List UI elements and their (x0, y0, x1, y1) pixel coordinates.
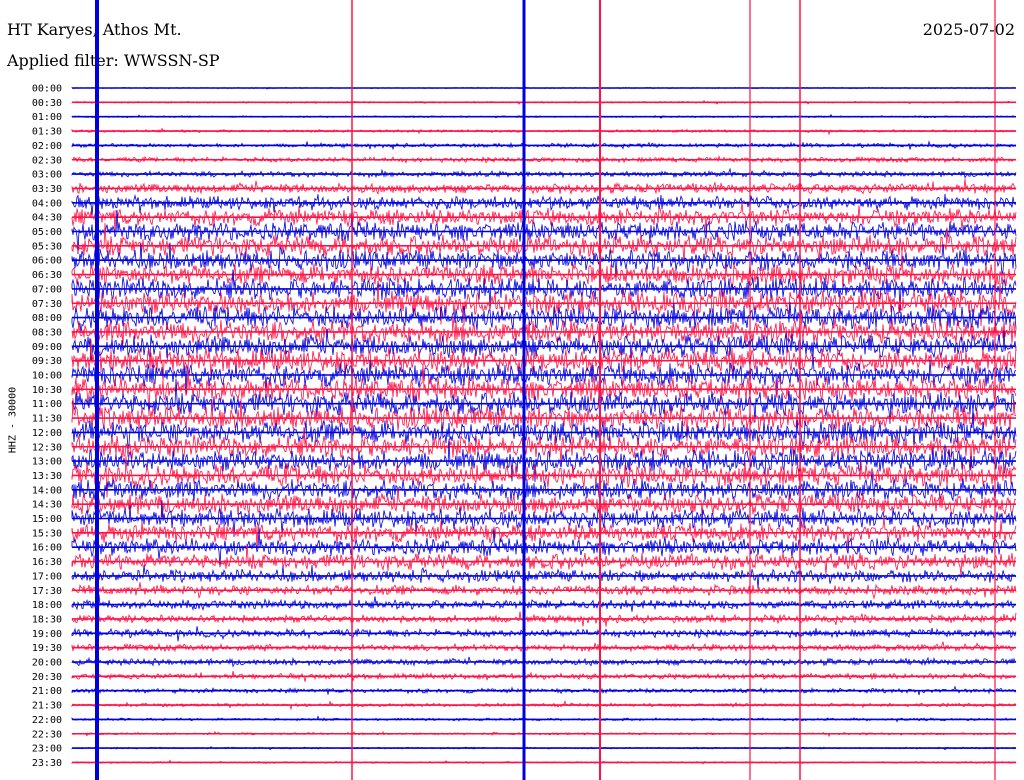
row-time-label: 17:30 (32, 586, 62, 597)
row-time-label: 10:30 (32, 385, 62, 396)
row-time-label: 20:30 (32, 672, 62, 683)
seismic-trace (71, 193, 1017, 216)
row-time-label: 02:30 (32, 155, 62, 166)
row-time-label: 22:00 (32, 715, 62, 726)
row-time-label: 08:30 (32, 327, 62, 338)
row-time-label: 14:30 (32, 500, 62, 511)
row-time-label: 18:00 (32, 600, 62, 611)
seismic-trace (71, 178, 1017, 196)
row-time-label: 12:30 (32, 442, 62, 453)
row-time-label: 19:30 (32, 643, 62, 654)
row-time-label: 13:00 (32, 457, 62, 468)
row-time-label: 07:30 (32, 299, 62, 310)
row-time-label: 11:30 (32, 414, 62, 425)
row-time-label: 06:30 (32, 270, 62, 281)
seismic-trace (71, 223, 1017, 264)
row-time-label: 23:00 (32, 744, 62, 755)
row-time-label: 01:00 (32, 112, 62, 123)
row-time-label: 17:00 (32, 571, 62, 582)
row-time-label: 16:00 (32, 543, 62, 554)
row-time-label: 10:00 (32, 371, 62, 382)
row-time-label: 01:30 (32, 127, 62, 138)
seismogram-chart: 00:00 00:30 01:00 01:30 02:00 02:30 03:00 03:30… (32, 0, 1017, 780)
row-time-label: 21:30 (32, 701, 62, 712)
seismic-trace (71, 641, 1017, 653)
row-time-label: 04:00 (32, 198, 62, 209)
row-time-label: 09:30 (32, 356, 62, 367)
row-time-label: 03:30 (32, 184, 62, 195)
row-time-label: 12:00 (32, 428, 62, 439)
row-time-label: 20:00 (32, 658, 62, 669)
row-time-label: 09:00 (32, 342, 62, 353)
row-time-label: 15:00 (32, 514, 62, 525)
row-time-label: 04:30 (32, 213, 62, 224)
row-time-label: 13:30 (32, 471, 62, 482)
row-time-label: 22:30 (32, 729, 62, 740)
row-time-label: 18:30 (32, 614, 62, 625)
row-time-label: 21:00 (32, 686, 62, 697)
row-time-label: 11:00 (32, 399, 62, 410)
row-time-label: 00:00 (32, 84, 62, 95)
row-time-label: 16:30 (32, 557, 62, 568)
row-time-label: 19:00 (32, 629, 62, 640)
row-time-label: 07:00 (32, 284, 62, 295)
row-time-label: 03:00 (32, 170, 62, 181)
row-time-label: 08:00 (32, 313, 62, 324)
row-time-label: 05:30 (32, 241, 62, 252)
row-time-label: 14:00 (32, 485, 62, 496)
row-time-label: 06:00 (32, 256, 62, 267)
row-time-label: 02:00 (32, 141, 62, 152)
row-time-label: 23:30 (32, 758, 62, 769)
row-time-label: 05:00 (32, 227, 62, 238)
row-time-label: 15:30 (32, 528, 62, 539)
row-time-label: 00:30 (32, 98, 62, 109)
